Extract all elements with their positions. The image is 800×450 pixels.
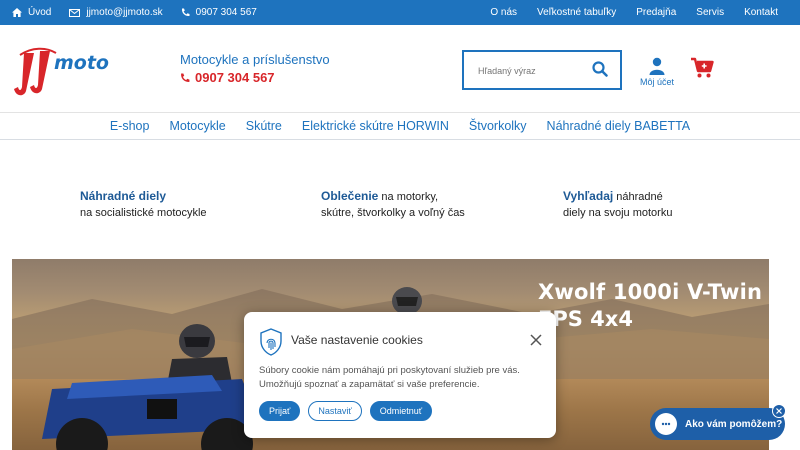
- topbar-link-about[interactable]: O nás: [490, 7, 517, 18]
- reject-button[interactable]: Odmietnuť: [369, 401, 433, 421]
- feature-title: Vyhľadaj: [563, 189, 614, 203]
- home-icon: [12, 8, 22, 17]
- accept-button[interactable]: Prijať: [259, 401, 301, 421]
- nav-item-babetta-parts[interactable]: Náhradné diely BABETTA: [547, 119, 691, 139]
- envelope-icon: [69, 8, 81, 17]
- search-input[interactable]: [478, 62, 588, 80]
- chat-label: Ako vám pomôžem?: [685, 418, 783, 430]
- account-label: Môj účet: [639, 77, 674, 87]
- topbar-link-sizes[interactable]: Veľkostné tabuľky: [537, 7, 616, 18]
- feature-text: náhradné: [613, 191, 663, 203]
- cart-button[interactable]: [690, 57, 714, 84]
- jj-moto-logo: moto: [14, 47, 109, 96]
- feature-row: Náhradné diely na socialistické motocykl…: [0, 188, 800, 228]
- feature-text: na motorky,: [378, 191, 439, 203]
- cart-icon: [691, 57, 714, 78]
- close-icon: [776, 408, 782, 414]
- cookie-title: Vaše nastavenie cookies: [291, 333, 423, 347]
- feature-clothing[interactable]: Oblečenie na motorky, skútre, štvorkolky…: [321, 188, 465, 221]
- feature-subtext: diely na svoju motorku: [563, 207, 673, 219]
- close-icon[interactable]: [530, 334, 542, 346]
- search-box: [462, 50, 622, 90]
- top-bar: Úvod jjmoto@jjmoto.sk 0907 304 567 O nás…: [0, 0, 800, 25]
- site-header: moto Motocykle a príslušenstvo 0907 304 …: [0, 25, 800, 113]
- phone-text: 0907 304 567: [195, 7, 257, 18]
- nav-item-eshop[interactable]: E-shop: [110, 119, 150, 139]
- chat-icon: [655, 413, 677, 435]
- home-label: Úvod: [28, 7, 52, 18]
- tagline: Motocykle a príslušenstvo: [180, 52, 330, 67]
- feature-search-parts[interactable]: Vyhľadaj náhradné diely na svoju motorku: [563, 188, 672, 221]
- chat-widget-button[interactable]: Ako vám pomôžem?: [650, 408, 785, 440]
- user-icon: [649, 57, 665, 75]
- topbar-link-contact[interactable]: Kontakt: [744, 7, 778, 18]
- topbar-link-service[interactable]: Servis: [696, 7, 724, 18]
- settings-button[interactable]: Nastaviť: [308, 401, 362, 421]
- atv-rider-image: [42, 324, 262, 450]
- account-link[interactable]: Môj účet: [636, 57, 678, 87]
- cookie-text: Súbory cookie nám pomáhajú pri poskytova…: [259, 365, 520, 390]
- phone-icon: [181, 73, 190, 82]
- logo[interactable]: moto: [12, 43, 122, 98]
- main-nav: E-shop Motocykle Skútre Elektrické skútr…: [0, 114, 800, 140]
- nav-item-scooters[interactable]: Skútre: [246, 119, 282, 139]
- fingerprint-shield-icon: [260, 328, 282, 356]
- nav-item-motorcycles[interactable]: Motocykle: [169, 119, 225, 139]
- search-icon[interactable]: [592, 61, 608, 77]
- feature-spare-parts[interactable]: Náhradné diely na socialistické motocykl…: [80, 188, 207, 221]
- nav-item-atvs[interactable]: Štvorkolky: [469, 119, 527, 139]
- nav-item-electric-scooters[interactable]: Elektrické skútre HORWIN: [302, 119, 449, 139]
- hero-title: Xwolf 1000i V-Twin: [538, 280, 763, 304]
- phone-link[interactable]: 0907 304 567: [181, 7, 257, 18]
- feature-title: Oblečenie: [321, 189, 379, 203]
- header-phone-text: 0907 304 567: [195, 70, 275, 85]
- logo-text: moto: [54, 52, 109, 74]
- phone-icon: [181, 8, 190, 17]
- email-text: jjmoto@jjmoto.sk: [86, 7, 163, 18]
- feature-subtext: skútre, štvorkolky a voľný čas: [321, 207, 465, 219]
- feature-subtext: na socialistické motocykle: [80, 207, 207, 219]
- topbar-link-store[interactable]: Predajňa: [636, 7, 676, 18]
- home-link[interactable]: Úvod: [12, 7, 51, 18]
- chat-close-button[interactable]: [772, 404, 786, 418]
- feature-title: Náhradné diely: [80, 189, 167, 203]
- cookie-dialog: Vaše nastavenie cookies Súbory cookie ná…: [244, 312, 556, 438]
- header-phone[interactable]: 0907 304 567: [180, 70, 275, 85]
- email-link[interactable]: jjmoto@jjmoto.sk: [69, 7, 163, 18]
